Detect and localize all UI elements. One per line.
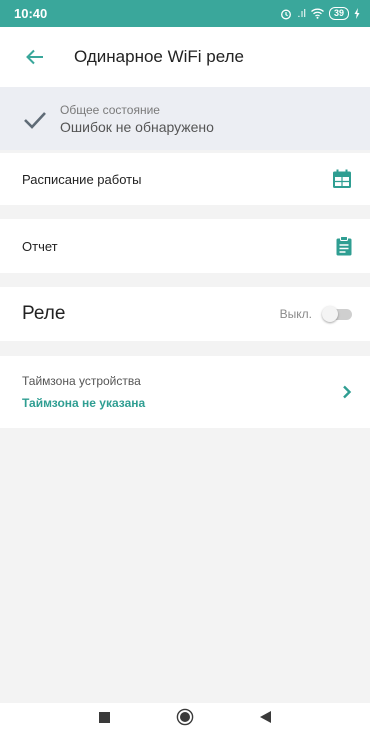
timezone-label: Таймзона устройства [22, 374, 141, 388]
report-row[interactable]: Отчет [0, 219, 370, 273]
report-label: Отчет [22, 238, 58, 254]
status-value: Ошибок не обнаружено [60, 118, 214, 135]
status-text: Общее состояние Ошибок не обнаружено [60, 103, 214, 135]
calendar-icon [333, 169, 351, 188]
toggle-thumb [322, 306, 338, 322]
status-bar: 10:40 .ıl 39 [0, 0, 370, 27]
status-time: 10:40 [14, 6, 48, 21]
relay-state-label: Выкл. [279, 307, 312, 321]
recent-apps-icon[interactable] [99, 711, 110, 723]
app-bar: Одинарное WiFi реле [0, 27, 370, 87]
check-icon [24, 111, 46, 129]
schedule-label: Расписание работы [22, 171, 142, 187]
system-nav-bar [0, 703, 370, 731]
home-icon[interactable] [176, 708, 194, 726]
chevron-right-icon [343, 385, 352, 399]
page-title: Одинарное WiFi реле [74, 47, 245, 66]
relay-control: Выкл. [280, 306, 352, 322]
signal-icon: .ıl [297, 7, 306, 20]
timezone-row[interactable]: Таймзона устройства Таймзона не указана [0, 356, 370, 428]
alarm-icon [281, 9, 292, 19]
arrow-left-icon [26, 49, 43, 65]
back-nav-icon[interactable] [260, 711, 271, 723]
relay-toggle[interactable] [322, 306, 352, 322]
wifi-icon [311, 8, 324, 19]
back-button[interactable] [24, 46, 46, 68]
status-icons: .ıl 39 [280, 7, 360, 20]
relay-row: Реле Выкл. [0, 287, 370, 341]
clipboard-icon [336, 236, 352, 256]
schedule-row[interactable]: Расписание работы [0, 153, 370, 205]
relay-label: Реле [22, 303, 66, 324]
battery-icon: 39 [328, 7, 349, 20]
timezone-value: Таймзона не указана [22, 396, 146, 410]
charging-icon [354, 8, 360, 19]
timezone-text: Таймзона устройства Таймзона не указана [22, 374, 145, 410]
status-card: Общее состояние Ошибок не обнаружено [0, 87, 370, 150]
status-label: Общее состояние [60, 102, 160, 117]
